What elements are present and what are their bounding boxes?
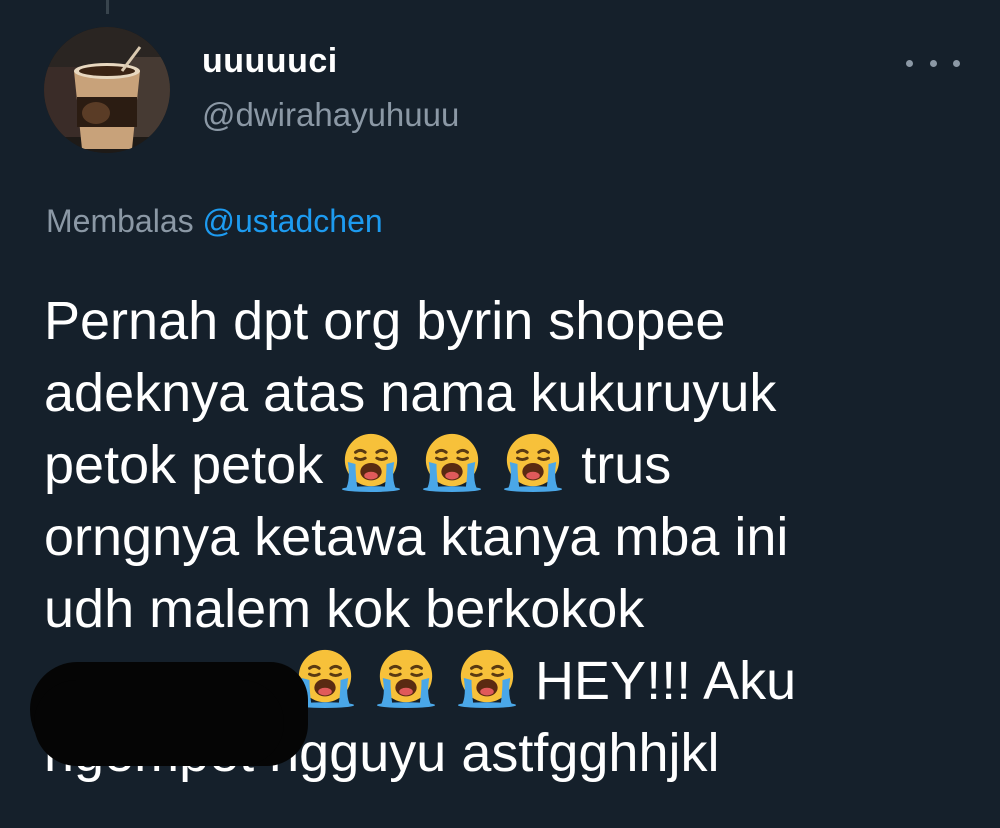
- tweet-text-segment: petok petok: [44, 435, 324, 495]
- tweet-line: petok petok trus: [44, 429, 984, 501]
- display-name[interactable]: uuuuuci: [202, 42, 338, 81]
- tweet-text-segment: HEY!!! Aku: [535, 651, 797, 711]
- user-handle[interactable]: @dwirahayuhuuu: [202, 96, 459, 134]
- loudly-crying-face-emoji-icon: [456, 647, 518, 709]
- reply-mention-link[interactable]: @ustadchen: [203, 203, 383, 239]
- tweet-line: orngnya ketawa ktanya mba ini: [44, 507, 789, 567]
- more-dots-icon: [906, 59, 913, 67]
- coffee-cup-avatar-image: [44, 27, 170, 153]
- tweet-line: udh malem kok berkokok: [44, 579, 645, 639]
- loudly-crying-face-emoji-icon: [421, 431, 483, 493]
- tweet-line: Pernah dpt org byrin shopee: [44, 291, 726, 351]
- more-options-button[interactable]: [906, 48, 960, 78]
- loudly-crying-face-emoji-icon: [502, 431, 564, 493]
- loudly-crying-face-emoji-icon: [375, 647, 437, 709]
- more-dots-icon: [929, 59, 937, 67]
- replying-to-label: Membalas: [46, 203, 194, 239]
- tweet[interactable]: uuuuuci @dwirahayuhuuu Membalas @ustadch…: [0, 0, 1000, 828]
- avatar[interactable]: [44, 27, 170, 153]
- thread-line: [106, 0, 109, 14]
- redaction-mark: [34, 680, 284, 766]
- tweet-line: adeknya atas nama kukuruyuk: [44, 363, 777, 423]
- tweet-text-segment: trus: [581, 435, 672, 495]
- loudly-crying-face-emoji-icon: [340, 431, 402, 493]
- replying-to: Membalas @ustadchen: [46, 203, 383, 240]
- more-dots-icon: [953, 59, 960, 67]
